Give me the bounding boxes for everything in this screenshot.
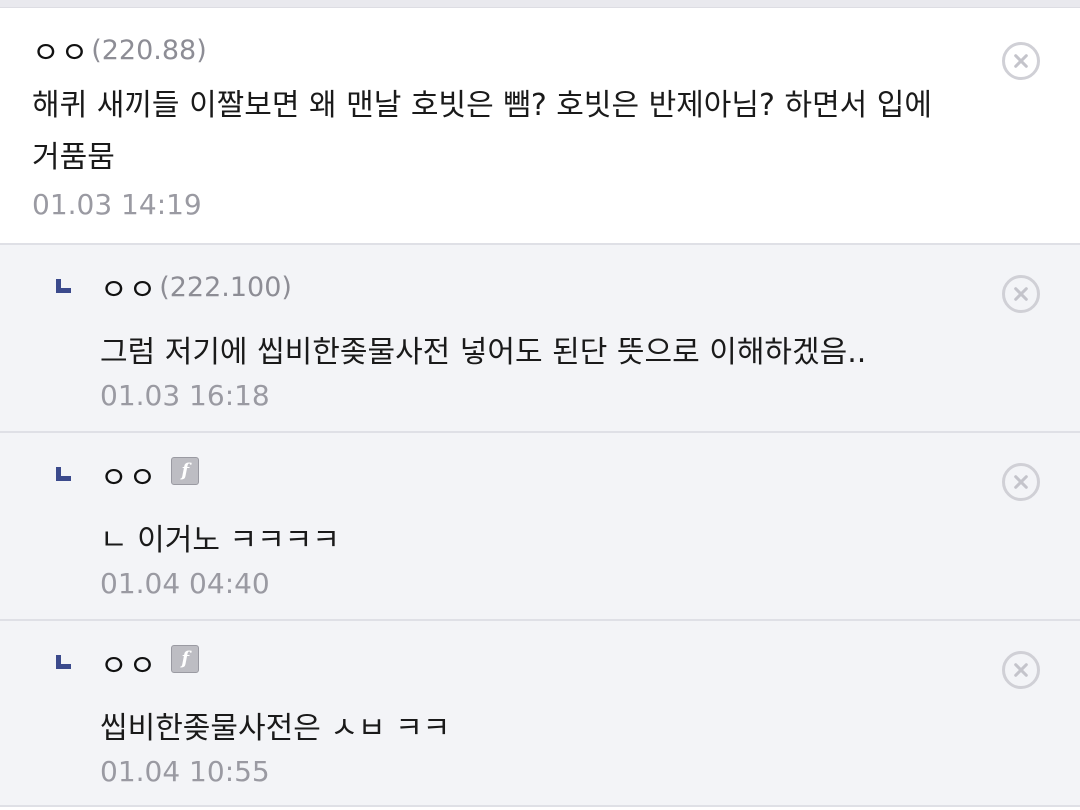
comment-nickname[interactable]: ㅇㅇ — [32, 28, 89, 72]
comment-nickname[interactable]: ㅇㅇ — [100, 265, 157, 309]
comment-text: 씹비한좆물사전은 ㅅㅂ ㅋㅋ — [100, 711, 451, 746]
comment-header: ㅇㅇ (220.88) — [32, 28, 960, 72]
comment-ip: (222.100) — [159, 271, 292, 303]
comment-header: ㅇㅇ f — [100, 453, 960, 497]
comment-nickname[interactable]: ㅇㅇ — [100, 641, 157, 685]
comment-date: 01.03 14:19 — [32, 188, 202, 221]
comment-date: 01.03 16:18 — [100, 379, 270, 412]
top-divider — [0, 0, 1080, 8]
fixed-nick-badge-icon: f — [171, 457, 200, 485]
reply-arrow-icon — [56, 655, 71, 669]
reply-arrow-icon — [56, 279, 71, 293]
fixed-nick-badge-icon: f — [171, 645, 200, 673]
comment-text: ㄴ 이거노 ㅋㅋㅋㅋ — [100, 523, 340, 558]
comment-text: 그럼 저기에 씹비한좆물사전 넣어도 된단 뜻으로 이해하겠음.. — [100, 335, 867, 370]
reply-item: ㅇㅇ f ㄴ 이거노 ㅋㅋㅋㅋ 01.04 04:40 — [0, 433, 1080, 621]
comment-text: 해퀴 새끼들 이짤보면 왜 맨날 호빗은 뺌? 호빗은 반제아님? 하면서 입에… — [32, 88, 933, 175]
delete-icon[interactable] — [1002, 42, 1040, 80]
delete-icon[interactable] — [1002, 651, 1040, 689]
comment-header: ㅇㅇ (222.100) — [100, 265, 960, 309]
comment-header: ㅇㅇ f — [100, 641, 960, 685]
delete-icon[interactable] — [1002, 463, 1040, 501]
delete-icon[interactable] — [1002, 275, 1040, 313]
comment-ip: (220.88) — [91, 34, 207, 66]
comment-date: 01.04 10:55 — [100, 755, 270, 788]
reply-arrow-icon — [56, 467, 71, 481]
comment-item: ㅇㅇ (220.88) 해퀴 새끼들 이짤보면 왜 맨날 호빗은 뺌? 호빗은 … — [0, 8, 1080, 245]
reply-item: ㅇㅇ f 씹비한좆물사전은 ㅅㅂ ㅋㅋ 01.04 10:55 — [0, 621, 1080, 807]
comment-nickname[interactable]: ㅇㅇ — [100, 453, 157, 497]
reply-item: ㅇㅇ (222.100) 그럼 저기에 씹비한좆물사전 넣어도 된단 뜻으로 이… — [0, 245, 1080, 433]
comment-date: 01.04 04:40 — [100, 567, 270, 600]
